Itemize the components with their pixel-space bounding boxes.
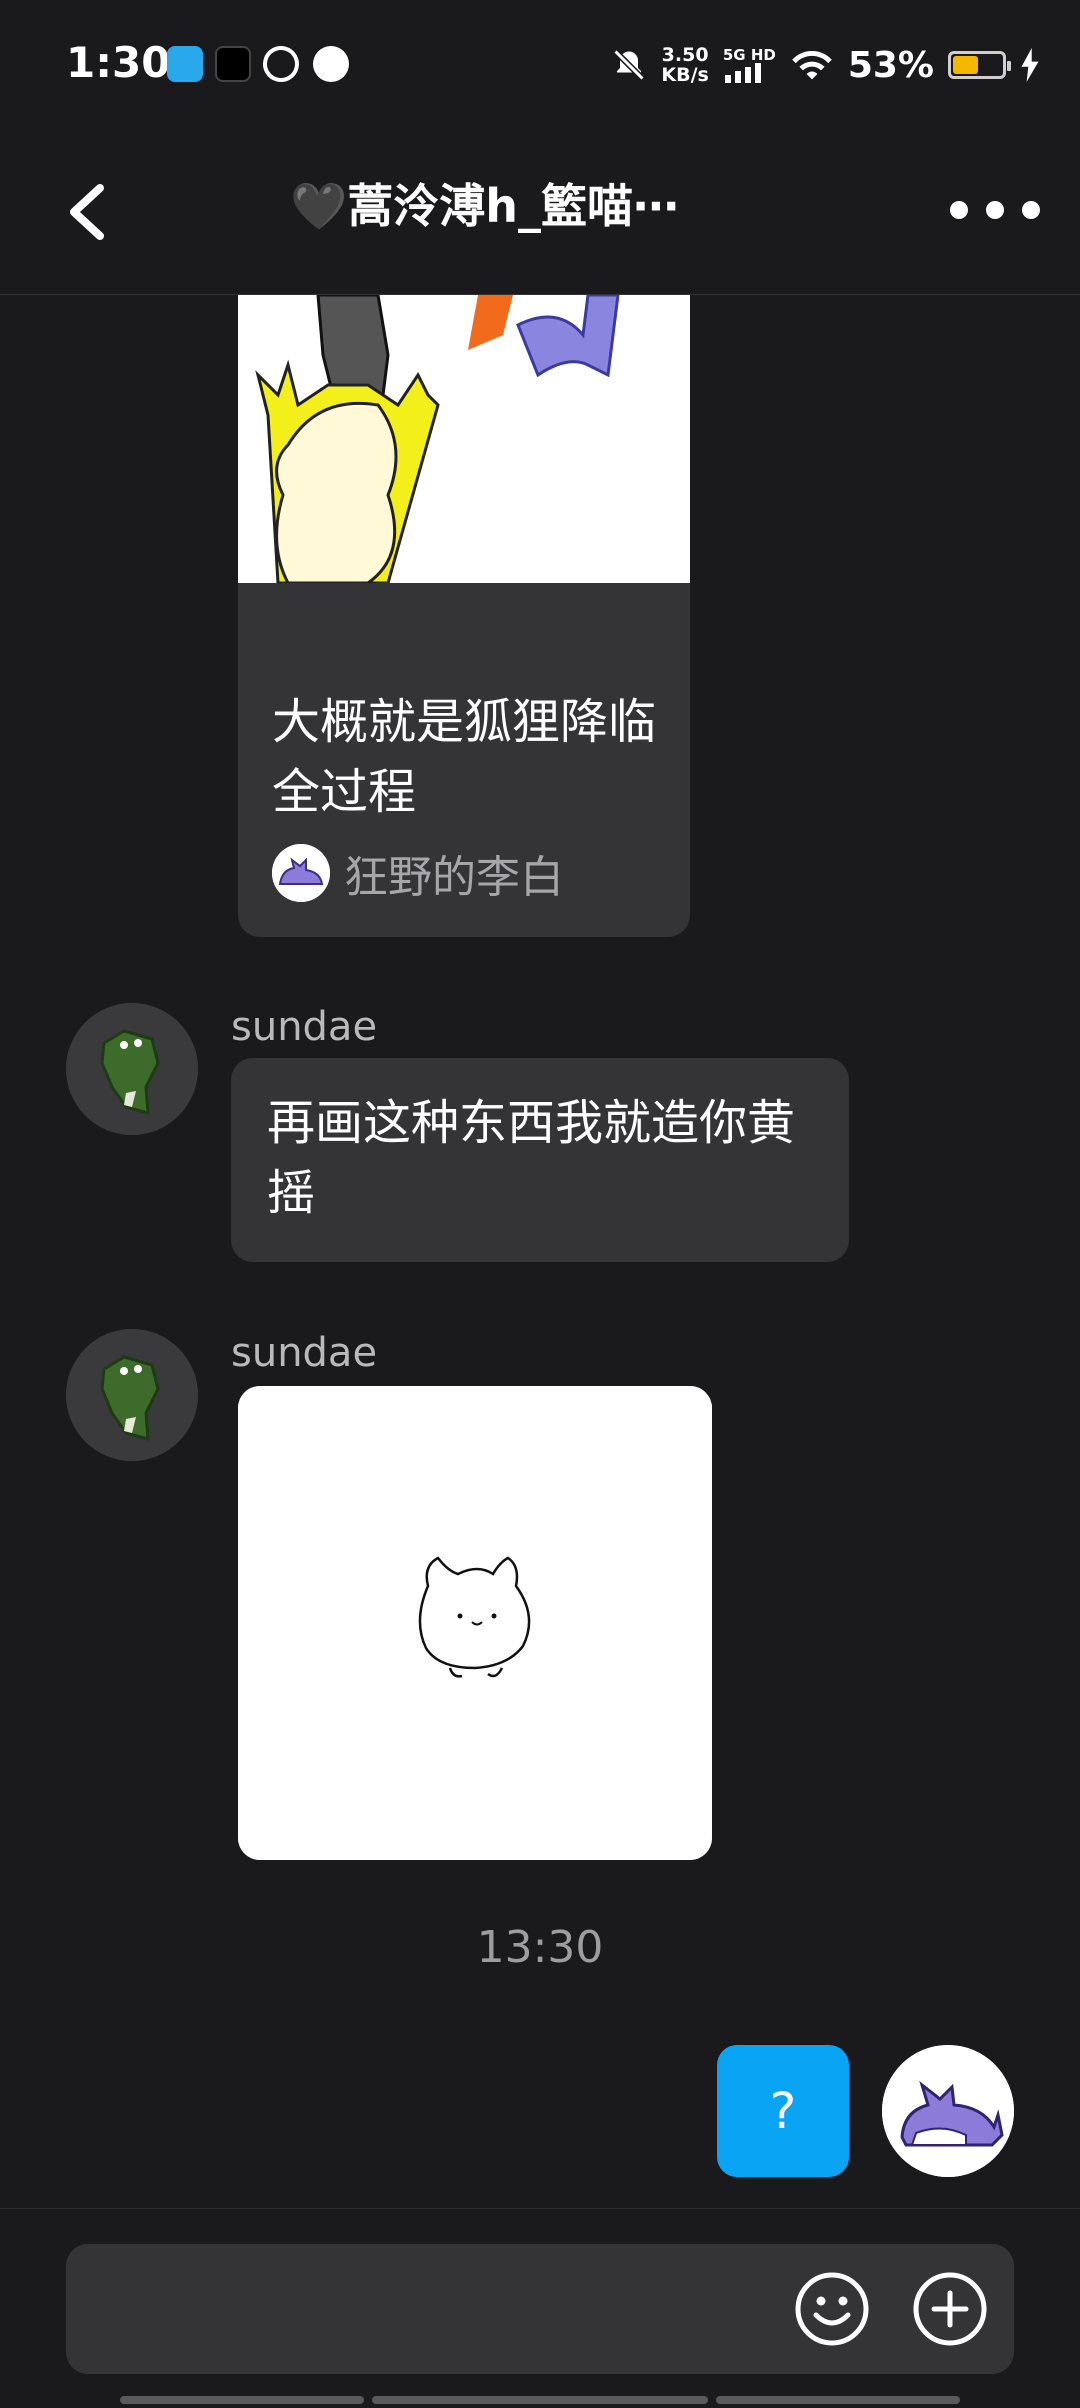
status-right: 3.50 KB/s 5G HD 53% bbox=[611, 40, 1040, 90]
add-button[interactable] bbox=[910, 2269, 990, 2349]
sender-name: sundae bbox=[231, 1004, 378, 1050]
wifi-icon bbox=[792, 50, 832, 80]
status-time: 1:30 bbox=[66, 38, 171, 87]
network-label: 5G HD bbox=[722, 46, 776, 64]
mute-icon bbox=[613, 49, 645, 81]
message-bubble[interactable]: 再画这种东西我就造你黄摇 bbox=[231, 1058, 849, 1262]
nav-indicator bbox=[716, 2396, 960, 2404]
source-name: 狂野的李白 bbox=[344, 852, 564, 903]
nav-indicator bbox=[372, 2396, 708, 2404]
more-horizontal-icon bbox=[950, 201, 968, 219]
net-speed: 3.50 KB/s bbox=[661, 44, 709, 86]
app-icon bbox=[256, 39, 306, 89]
my-avatar[interactable] bbox=[882, 2045, 1014, 2177]
tiktok-icon bbox=[215, 46, 251, 82]
signal-icon: 5G HD bbox=[723, 47, 776, 83]
sender-name: sundae bbox=[231, 1330, 378, 1376]
plus-circle-icon bbox=[913, 2272, 987, 2346]
shared-post-title: 大概就是狐狸降临全过程 bbox=[272, 694, 657, 820]
chat-title: 🖤蒿泠溥h_籃喵⋯ bbox=[290, 179, 680, 233]
battery-icon bbox=[948, 51, 1011, 79]
telegram-icon bbox=[167, 46, 203, 82]
shared-post-card[interactable]: 大概就是狐狸降临全过程 狂野的李白 bbox=[238, 295, 690, 937]
source-avatar bbox=[272, 844, 330, 902]
message-input[interactable] bbox=[90, 2274, 790, 2344]
charging-icon bbox=[1021, 48, 1039, 82]
avatar[interactable] bbox=[66, 1003, 198, 1135]
avatar[interactable] bbox=[66, 1329, 198, 1461]
nav-indicator bbox=[120, 2396, 364, 2404]
chevron-left-icon bbox=[70, 184, 104, 240]
battery-percent: 53% bbox=[847, 44, 934, 86]
status-bar: 1:30 3.50 KB/s 5G HD 53% bbox=[0, 0, 1080, 130]
shared-post-image bbox=[238, 295, 690, 585]
message-input-bar bbox=[66, 2244, 1014, 2374]
timestamp: 13:30 bbox=[476, 1922, 604, 1973]
more-button[interactable] bbox=[950, 185, 1040, 235]
my-message-bubble[interactable]: ? bbox=[717, 2045, 849, 2177]
chat-header: 🖤蒿泠溥h_籃喵⋯ bbox=[0, 130, 1080, 295]
chat-icon bbox=[313, 46, 349, 82]
image-message[interactable] bbox=[238, 1386, 712, 1860]
back-button[interactable] bbox=[58, 170, 128, 250]
shared-post-source: 狂野的李白 bbox=[272, 843, 564, 903]
divider bbox=[0, 2208, 1080, 2209]
emoji-button[interactable] bbox=[792, 2269, 872, 2349]
emoji-icon bbox=[795, 2272, 869, 2346]
